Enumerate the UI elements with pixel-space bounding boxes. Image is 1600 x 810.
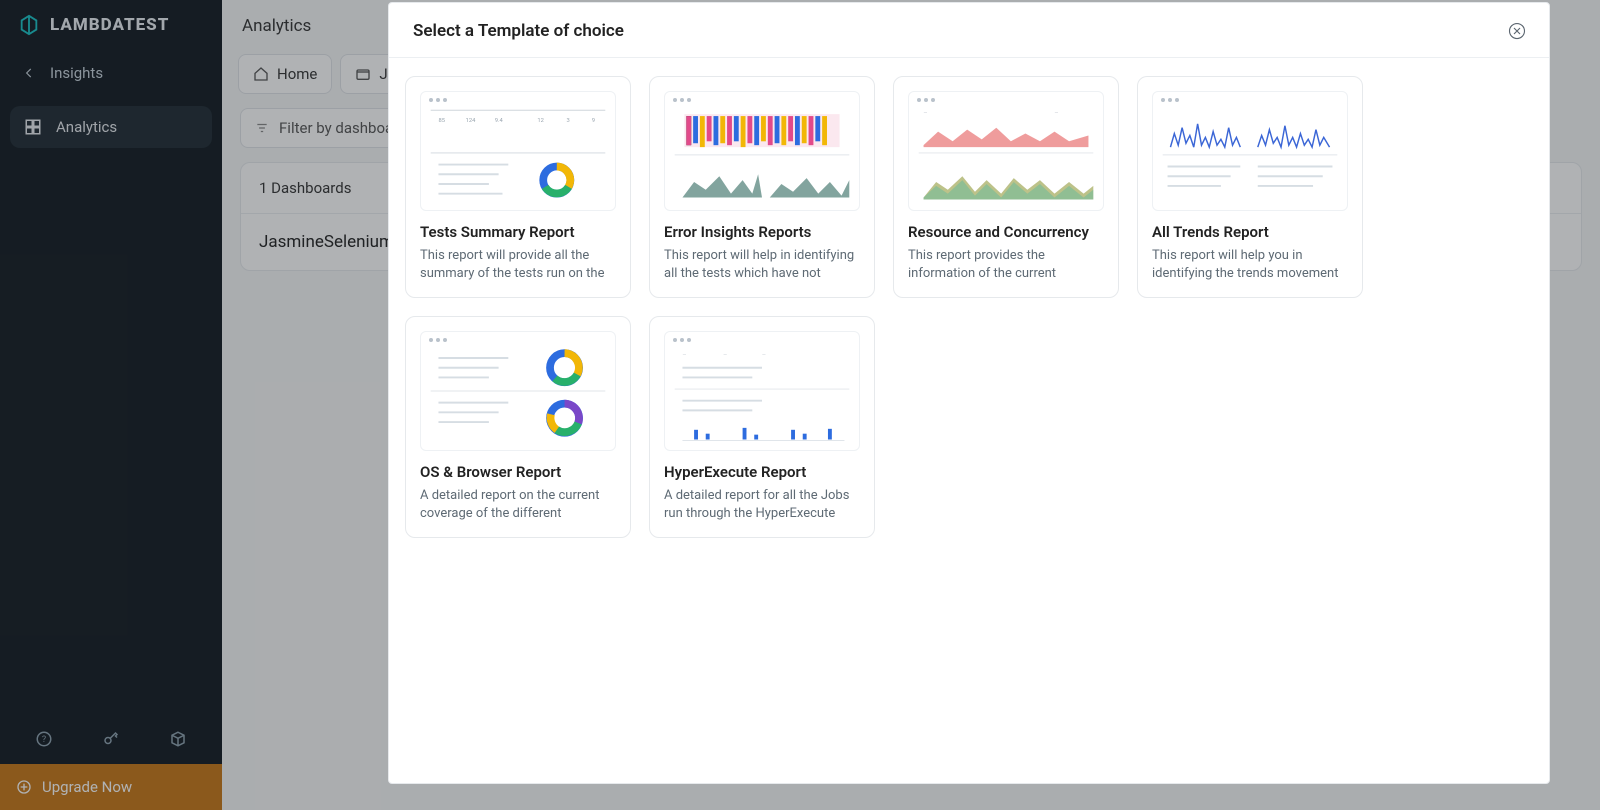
template-desc: A detailed report on the current coverag… (420, 487, 616, 523)
modal-title: Select a Template of choice (413, 21, 624, 41)
template-desc: A detailed report for all the Jobs run t… (664, 487, 860, 523)
template-card-os-browser[interactable]: OS & Browser Report A detailed report on… (405, 316, 631, 538)
template-desc: This report provides the information of … (908, 247, 1104, 283)
template-card-resource-concurrency[interactable]: —— Resource and Concurrency This report … (893, 76, 1119, 298)
template-title: HyperExecute Report (664, 463, 860, 481)
template-thumb: 85 124 9.4 12 3 9 (420, 91, 616, 211)
template-thumb: — — — (664, 331, 860, 451)
modal-body: 85 124 9.4 12 3 9 (389, 58, 1549, 783)
modal-header: Select a Template of choice (389, 3, 1549, 58)
template-title: Tests Summary Report (420, 223, 616, 241)
svg-text:9.4: 9.4 (495, 118, 504, 124)
template-desc: This report will help you in identifying… (1152, 247, 1348, 283)
template-title: All Trends Report (1152, 223, 1348, 241)
svg-text:3: 3 (567, 118, 570, 124)
modal-close-button[interactable] (1505, 19, 1529, 43)
template-card-tests-summary[interactable]: 85 124 9.4 12 3 9 (405, 76, 631, 298)
svg-text:12: 12 (537, 118, 544, 124)
template-desc: This report will help in identifying all… (664, 247, 860, 283)
svg-text:—: — (762, 353, 766, 358)
svg-text:85: 85 (438, 118, 445, 124)
template-thumb (664, 91, 860, 211)
template-thumb: —— (908, 91, 1104, 211)
template-thumb (1152, 91, 1348, 211)
template-title: Resource and Concurrency (908, 223, 1104, 241)
svg-text:—: — (924, 111, 928, 116)
close-icon (1508, 22, 1526, 40)
svg-text:—: — (1055, 111, 1059, 116)
template-desc: This report will provide all the summary… (420, 247, 616, 283)
template-title: OS & Browser Report (420, 463, 616, 481)
svg-text:9: 9 (592, 118, 595, 124)
template-card-hyperexecute[interactable]: — — — (649, 316, 875, 538)
template-card-all-trends[interactable]: All Trends Report This report will help … (1137, 76, 1363, 298)
template-thumb (420, 331, 616, 451)
template-modal: Select a Template of choice (388, 2, 1550, 784)
template-card-error-insights[interactable]: Error Insights Reports This report will … (649, 76, 875, 298)
template-title: Error Insights Reports (664, 223, 860, 241)
svg-text:124: 124 (466, 118, 477, 124)
template-grid: 85 124 9.4 12 3 9 (405, 76, 1533, 538)
svg-text:—: — (682, 353, 686, 358)
svg-text:—: — (723, 353, 727, 358)
